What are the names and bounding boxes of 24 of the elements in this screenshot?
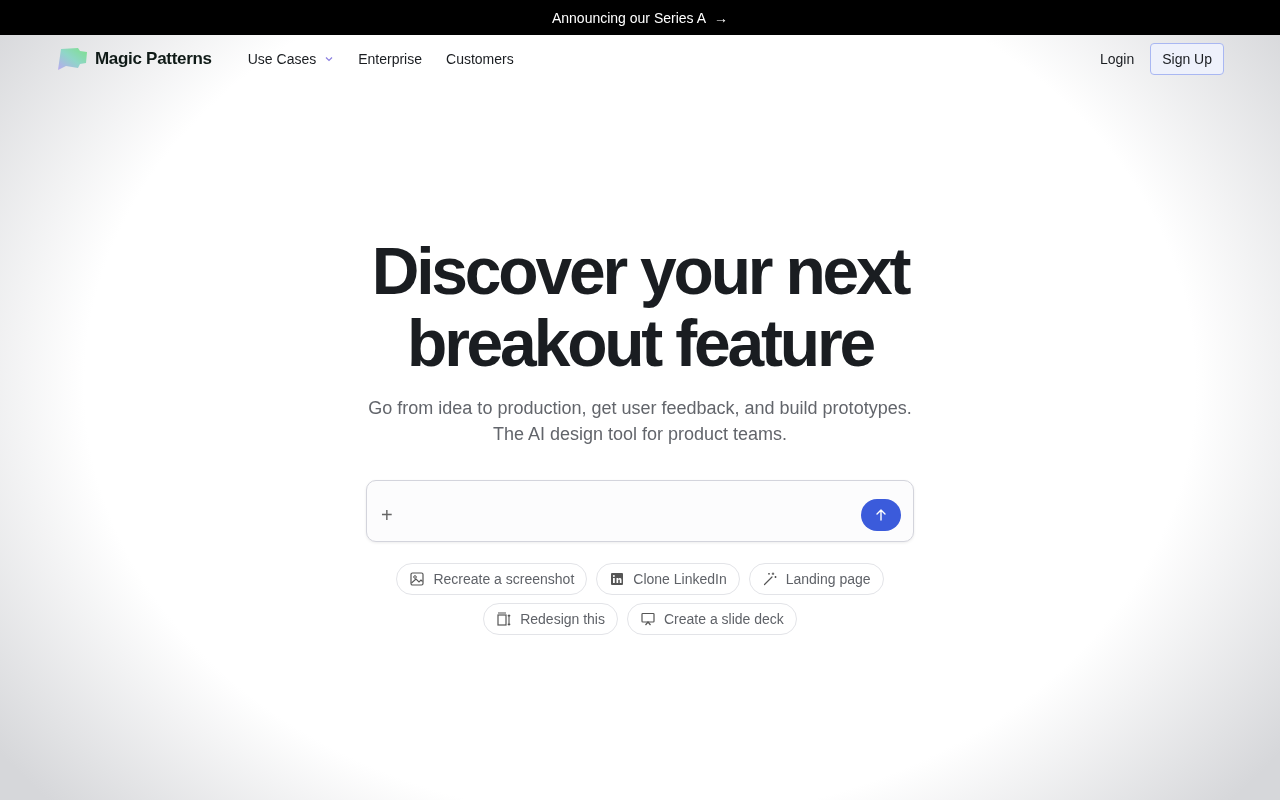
send-button[interactable] [861,499,901,531]
login-link[interactable]: Login [1099,51,1135,67]
arrow-up-icon [874,508,888,522]
nav-link[interactable]: Enterprise [358,51,422,67]
hero-subtitle: Go from idea to production, get user feedback, and build prototypes. The AI design tool for product teams. [368,397,912,446]
sign-up-button[interactable]: Sign Up [1150,43,1224,75]
magic-wand-icon [761,571,778,587]
prompt-field[interactable]: + [366,480,914,542]
hero-heading: Discover your next breakout feature [371,235,909,379]
suggestion-chip[interactable]: Clone LinkedIn [596,563,740,595]
nav-link[interactable]: Use Cases [247,51,335,67]
announcement-banner[interactable]: Announcing our Series A → [0,0,1280,35]
suggestion-chip[interactable]: Landing page [748,563,884,595]
nav-link[interactable]: Customers [446,51,514,67]
brand-name[interactable]: Magic Patterns [95,49,212,69]
suggestion-chip[interactable]: Recreate a screenshot [396,563,588,595]
suggestion-chip[interactable]: Redesign this [483,603,618,635]
resize-icon [496,611,513,627]
presentation-icon [640,611,656,627]
logo-icon [56,47,88,71]
suggestion-chip[interactable]: Create a slide deck [627,603,797,635]
image-icon [409,571,426,587]
linkedin-icon [609,571,626,587]
add-icon[interactable]: + [381,503,393,527]
